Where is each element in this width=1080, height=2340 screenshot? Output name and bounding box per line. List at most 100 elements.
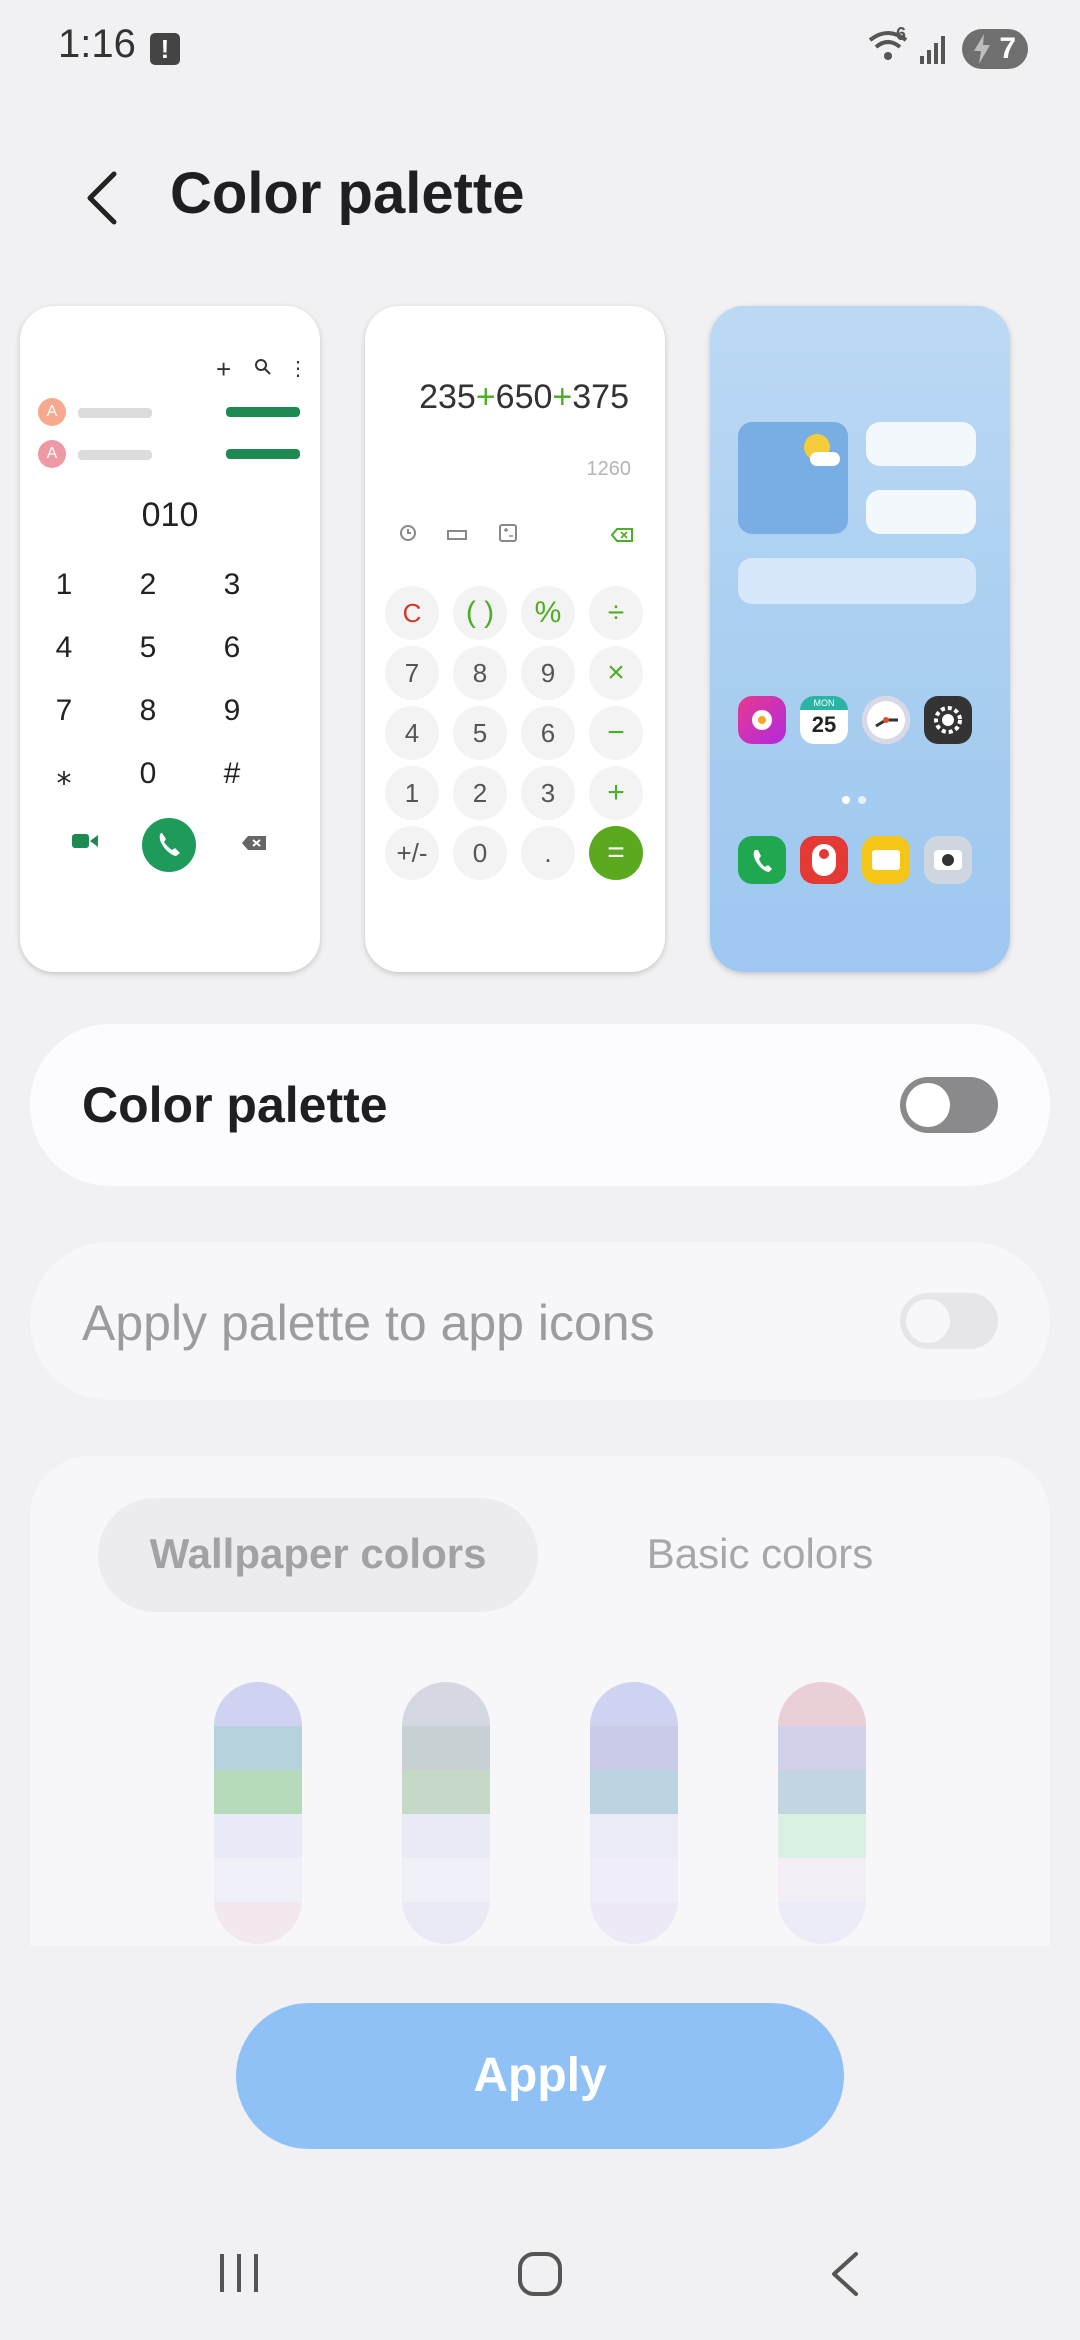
dialer-preview-card: + ⋮ A A 010 1 2 3 4 5 6 7 8 9 ⁎ 0 # <box>20 306 320 972</box>
widget-placeholder <box>738 558 976 604</box>
calc-key: = <box>589 826 643 880</box>
calc-expression: 235+650+375 <box>419 378 629 416</box>
video-call-icon <box>72 832 98 855</box>
calc-key: 9 <box>521 646 575 700</box>
calc-key: . <box>521 826 575 880</box>
cell-signal-icon <box>918 32 950 71</box>
tab-wallpaper-colors-label: Wallpaper colors <box>149 1530 487 1577</box>
clock-icon <box>862 696 910 744</box>
weather-widget <box>738 422 848 534</box>
palette-swatch <box>778 1858 866 1902</box>
dial-key: 9 <box>223 694 241 727</box>
calc-result: 1260 <box>586 458 632 480</box>
calc-key: 6 <box>521 706 575 760</box>
palette-option[interactable] <box>590 1682 678 1944</box>
calc-key: 7 <box>385 646 439 700</box>
calc-key: ( ) <box>453 586 507 640</box>
delete-icon <box>242 836 266 855</box>
weather-cloud-icon <box>810 452 840 466</box>
palette-swatch <box>402 1770 490 1814</box>
dial-key: 6 <box>223 631 241 664</box>
widget-placeholder <box>866 490 976 534</box>
dialed-number: 010 <box>141 496 199 534</box>
palette-swatch <box>590 1858 678 1902</box>
palette-swatch <box>402 1814 490 1858</box>
calc-key: 1 <box>385 766 439 820</box>
charging-icon <box>972 34 992 69</box>
calc-key: 3 <box>521 766 575 820</box>
search-icon <box>254 358 272 381</box>
calculator-preview-card: 235+650+375 1260 C ( )% ÷ 7 8 9 × 4 5 6− 1 2 3 + +/- 0.… <box>365 306 665 972</box>
calc-key: C <box>385 586 439 640</box>
palette-swatch <box>214 1814 302 1858</box>
dial-key: ⁎ <box>56 758 72 791</box>
camera-app-icon <box>924 836 972 884</box>
palette-swatch <box>778 1814 866 1858</box>
calc-key: + <box>589 766 643 820</box>
backspace-icon <box>610 528 633 547</box>
tab-basic-colors[interactable]: Basic colors <box>540 1498 980 1612</box>
apply-button[interactable]: Apply <box>236 2003 844 2149</box>
dial-key: 1 <box>55 568 73 601</box>
contact-avatar: A <box>38 398 66 426</box>
color-palette-label: Color palette <box>82 1077 388 1133</box>
dial-key: 4 <box>55 631 73 664</box>
home-preview-card: MON 25 <box>710 306 1010 972</box>
ruler-icon <box>447 528 467 546</box>
calc-key: − <box>589 706 643 760</box>
settings-icon <box>924 696 972 744</box>
palette-swatch <box>214 1726 302 1770</box>
calc-key: × <box>589 646 643 700</box>
page-indicator <box>842 791 866 809</box>
dial-key: 2 <box>139 568 157 601</box>
palette-swatch <box>214 1770 302 1814</box>
alert-notification-icon: ! <box>150 33 180 65</box>
calc-key: +/- <box>385 826 439 880</box>
palette-option[interactable] <box>778 1682 866 1944</box>
tab-basic-colors-label: Basic colors <box>646 1530 874 1577</box>
dial-key: 7 <box>55 694 73 727</box>
calc-key: % <box>521 586 575 640</box>
palette-swatch <box>214 1858 302 1902</box>
apply-palette-icons-switch <box>900 1293 998 1349</box>
page-title: Color palette <box>170 161 525 226</box>
color-palette-row[interactable]: Color palette <box>30 1024 1050 1186</box>
add-icon: + <box>216 354 232 384</box>
history-icon <box>399 524 417 547</box>
back-arrow-icon[interactable] <box>78 166 134 230</box>
calc-key: ÷ <box>589 586 643 640</box>
color-palette-switch[interactable] <box>900 1077 998 1133</box>
calc-key: 8 <box>453 646 507 700</box>
palette-swatch <box>778 1770 866 1814</box>
call-button <box>142 818 196 872</box>
dial-key: 8 <box>139 694 157 727</box>
contact-accent-bar <box>226 407 300 417</box>
contact-name-bar <box>78 450 152 460</box>
calendar-icon: MON 25 <box>800 696 848 744</box>
palette-option[interactable] <box>214 1682 302 1944</box>
palette-swatch <box>402 1726 490 1770</box>
files-app-icon <box>862 836 910 884</box>
more-icon: ⋮ <box>288 358 308 380</box>
calc-key: 0 <box>453 826 507 880</box>
widget-placeholder <box>866 422 976 466</box>
contact-avatar: A <box>38 440 66 468</box>
status-time: 1:16 <box>58 22 136 66</box>
nav-back-icon[interactable] <box>826 2250 866 2303</box>
dial-key: 0 <box>139 757 157 790</box>
dial-key: # <box>223 757 241 790</box>
palette-swatch <box>590 1726 678 1770</box>
home-icon[interactable] <box>516 2250 564 2303</box>
scientific-icon <box>499 524 517 547</box>
phone-app-icon <box>738 836 786 884</box>
palette-swatch <box>778 1726 866 1770</box>
apply-palette-icons-label: Apply palette to app icons <box>82 1295 655 1351</box>
dial-key: 5 <box>139 631 157 664</box>
apply-palette-icons-row: Apply palette to app icons <box>30 1242 1050 1400</box>
calc-key: 4 <box>385 706 439 760</box>
palette-swatch <box>590 1814 678 1858</box>
recents-icon[interactable] <box>216 2250 262 2301</box>
contact-accent-bar <box>226 449 300 459</box>
palette-swatch <box>590 1770 678 1814</box>
palette-option[interactable] <box>402 1682 490 1944</box>
